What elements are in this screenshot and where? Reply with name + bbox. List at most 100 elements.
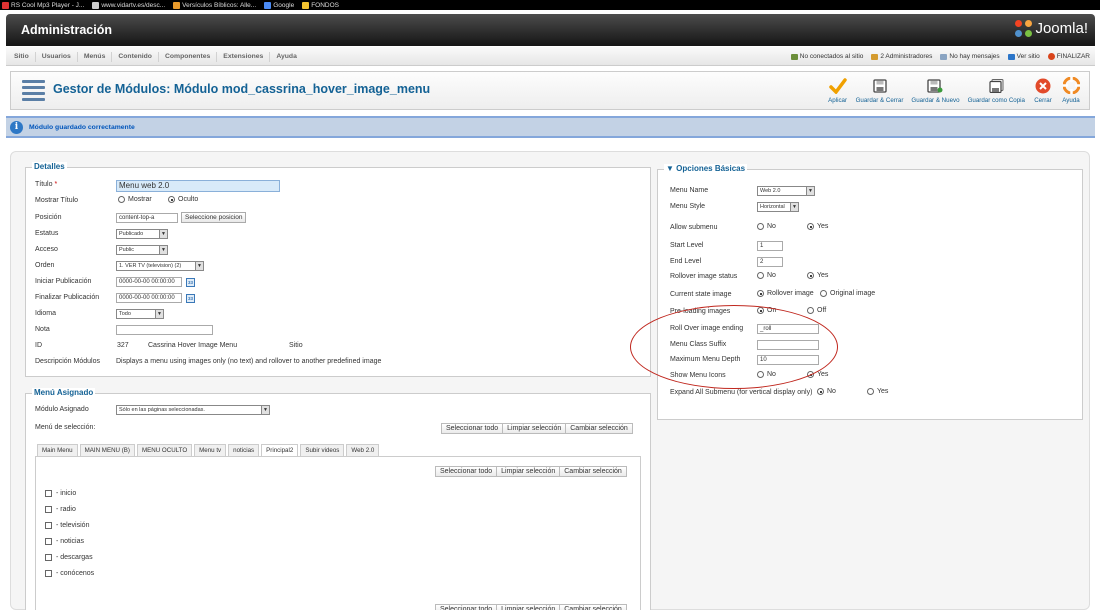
list-item[interactable]: - conócenos <box>45 570 94 577</box>
preloading-on-radio[interactable]: On <box>757 307 776 314</box>
bottom-toggle-selection-button[interactable]: Cambiar selección <box>560 605 626 610</box>
calendar-icon[interactable]: 33 <box>186 294 195 303</box>
save-copy-button[interactable]: Guardar como Copia <box>964 77 1029 104</box>
checkbox[interactable] <box>45 490 52 497</box>
cancel-button[interactable]: Cerrar <box>1029 77 1057 104</box>
id-value: 327 <box>117 342 129 349</box>
calendar-icon[interactable]: 33 <box>186 278 195 287</box>
expand-all-yes-radio[interactable]: Yes <box>867 388 888 395</box>
save-new-button[interactable]: Guardar & Nuevo <box>907 77 963 104</box>
checkbox[interactable] <box>45 506 52 513</box>
end-publish-input[interactable]: 0000-00-00 00:00:00 <box>116 293 182 303</box>
tab-main-menu[interactable]: Main Menu <box>37 444 78 456</box>
bottom-clear-selection-button[interactable]: Limpiar selección <box>497 605 561 610</box>
preloading-off-radio[interactable]: Off <box>807 307 826 314</box>
tab-toggle-selection-button[interactable]: Cambiar selección <box>560 467 626 476</box>
bookmark-favicon-icon <box>2 1 9 9</box>
admins-status: 2 Administradores <box>871 53 932 60</box>
current-state-rollover-radio[interactable]: Rollover image <box>757 290 814 297</box>
clear-selection-button[interactable]: Limpiar selección <box>503 424 567 433</box>
menu-item-usuarios[interactable]: Usuarios <box>36 51 78 62</box>
show-icons-no-radio[interactable]: No <box>757 371 776 378</box>
list-item[interactable]: - televisión <box>45 522 89 529</box>
checkbox[interactable] <box>45 522 52 529</box>
access-select[interactable]: Public ▼ <box>116 245 168 255</box>
tab-subir-videos[interactable]: Subir videos <box>300 444 345 456</box>
list-item[interactable]: - inicio <box>45 490 76 497</box>
menu-item-ayuda[interactable]: Ayuda <box>270 52 303 62</box>
expand-all-no-radio[interactable]: No <box>817 388 836 395</box>
tab-web-2-0[interactable]: Web 2.0 <box>346 444 380 456</box>
select-position-button[interactable]: Seleccione posicion <box>181 212 247 223</box>
menu-item-componentes[interactable]: Componentes <box>159 51 218 62</box>
save-close-button[interactable]: Guardar & Cerrar <box>852 77 908 104</box>
rollover-ending-input[interactable]: _roll <box>757 324 819 334</box>
show-title-hide-radio[interactable]: Oculto <box>168 196 198 203</box>
allow-submenu-yes-radio[interactable]: Yes <box>807 223 828 230</box>
help-icon <box>1062 77 1080 94</box>
tab-menu-oculto[interactable]: MENU OCULTO <box>136 444 193 456</box>
toolbar: Gestor de Módulos: Módulo mod_cassrina_h… <box>10 71 1090 110</box>
list-item[interactable]: - descargas <box>45 554 93 561</box>
module-client: Sitio <box>289 342 303 349</box>
bottom-select-all-button[interactable]: Seleccionar todo <box>436 605 498 610</box>
toggle-selection-button[interactable]: Cambiar selección <box>566 424 632 433</box>
cancel-label: Cerrar <box>1034 97 1052 104</box>
menu-style-select[interactable]: Horizontal ▼ <box>757 202 799 212</box>
end-level-input[interactable]: 2 <box>757 257 783 267</box>
menu-item-extensiones[interactable]: Extensiones <box>217 51 271 62</box>
show-icons-yes-radio[interactable]: Yes <box>807 371 828 378</box>
module-assignment-select[interactable]: Sólo en las páginas seleccionadas. ▼ <box>116 405 270 415</box>
menu-class-suffix-input[interactable] <box>757 340 819 350</box>
bookmark-item[interactable]: www.vidartv.es/desc... <box>92 1 165 9</box>
help-button[interactable]: Ayuda <box>1057 77 1085 104</box>
show-title-show-radio[interactable]: Mostrar <box>118 196 152 203</box>
rollover-status-yes-radio[interactable]: Yes <box>807 272 828 279</box>
messages-status[interactable]: No hay mensajes <box>940 53 1000 60</box>
language-select[interactable]: Todo ▼ <box>116 309 164 319</box>
menu-item-menus[interactable]: Menús <box>78 51 113 62</box>
tab-menu-tv[interactable]: Menu tv <box>194 444 227 456</box>
logout-link[interactable]: FINALIZAR <box>1047 53 1090 60</box>
note-input[interactable] <box>116 325 213 335</box>
main-menu: Sitio Usuarios Menús Contenido Component… <box>8 47 303 66</box>
menu-item-contenido[interactable]: Contenido <box>112 51 159 62</box>
save-new-label: Guardar & Nuevo <box>911 97 960 104</box>
menu-selection-buttons: Seleccionar todo Limpiar selección Cambi… <box>441 423 633 434</box>
menu-item-sitio[interactable]: Sitio <box>8 51 36 62</box>
view-site-link[interactable]: Ver sitio <box>1007 53 1040 60</box>
start-publish-label: Iniciar Publicación <box>35 278 92 285</box>
start-publish-input[interactable]: 0000-00-00 00:00:00 <box>116 277 182 287</box>
apply-button[interactable]: Aplicar <box>824 77 852 104</box>
start-level-input[interactable]: 1 <box>757 241 783 251</box>
tab-select-all-button[interactable]: Seleccionar todo <box>436 467 498 476</box>
chevron-down-icon: ▼ <box>195 262 203 270</box>
bookmark-item[interactable]: FONDOS <box>302 1 339 9</box>
menu-class-suffix-label: Menu Class Suffix <box>670 341 727 348</box>
tab-main-menu-b[interactable]: MAIN MENU (B) <box>79 444 135 456</box>
bookmark-item[interactable]: Google <box>264 1 294 9</box>
list-item[interactable]: - radio <box>45 506 76 513</box>
bookmark-item[interactable]: RS Cool Mp3 Player - J... <box>2 1 84 9</box>
list-item[interactable]: - noticias <box>45 538 84 545</box>
allow-submenu-no-radio[interactable]: No <box>757 223 776 230</box>
status-select[interactable]: Publicado ▼ <box>116 229 168 239</box>
rollover-status-no-radio[interactable]: No <box>757 272 776 279</box>
checkbox[interactable] <box>45 570 52 577</box>
tab-noticias[interactable]: noticias <box>228 444 260 456</box>
checkbox[interactable] <box>45 538 52 545</box>
menu-name-select[interactable]: Web 2.0 ▼ <box>757 186 815 196</box>
current-state-original-radio[interactable]: Original image <box>820 290 875 297</box>
bookmark-favicon-icon <box>173 1 181 9</box>
checkbox[interactable] <box>45 554 52 561</box>
max-depth-input[interactable]: 10 <box>757 355 819 365</box>
position-input[interactable]: content-top-a <box>116 213 178 223</box>
tab-principal2[interactable]: Principal2 <box>261 444 299 456</box>
select-all-button[interactable]: Seleccionar todo <box>442 424 504 433</box>
joomla-logo[interactable]: Joomla! <box>1015 20 1088 37</box>
title-input[interactable]: Menu web 2.0 <box>116 180 280 192</box>
tab-clear-selection-button[interactable]: Limpiar selección <box>497 467 561 476</box>
order-select[interactable]: 1. VER TV (television) (2) ▼ <box>116 261 204 271</box>
bookmark-item[interactable]: Versículos Bíblicos: Alle... <box>173 1 256 9</box>
visitors-status: No conectados al sitio <box>790 53 863 60</box>
